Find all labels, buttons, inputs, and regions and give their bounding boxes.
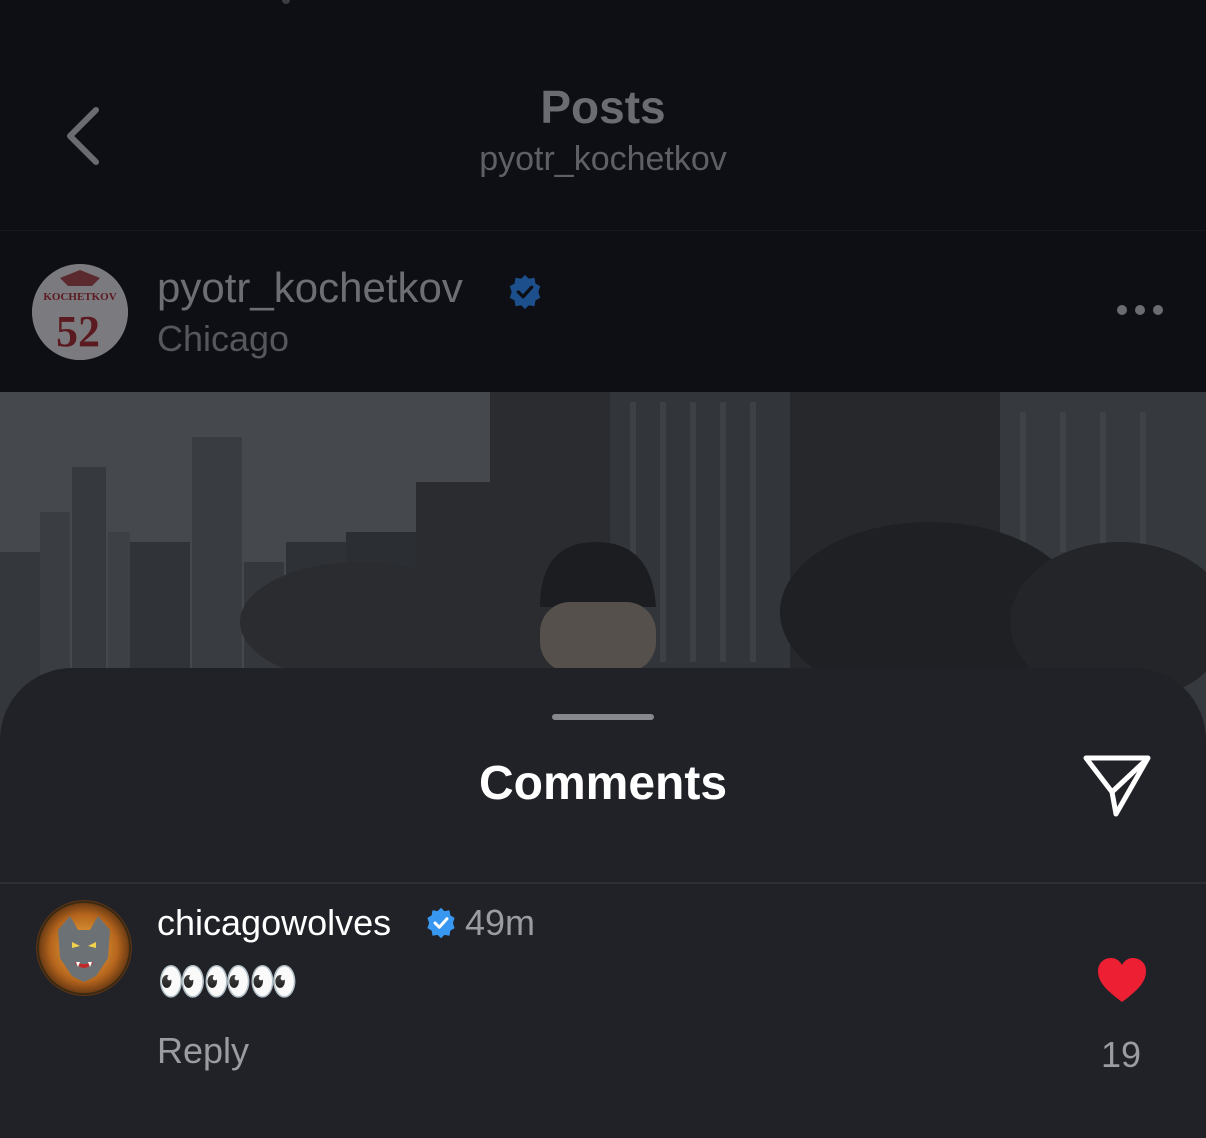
more-options-icon[interactable] xyxy=(1112,296,1168,324)
avatar-text-top: KOCHETKOV xyxy=(43,291,116,303)
comments-sheet: Comments chicagowolves 49m 👀👀👀 Reply 19 xyxy=(0,668,1206,1138)
like-count: 19 xyxy=(1100,1034,1142,1075)
commenter-avatar-image xyxy=(36,900,132,996)
verified-badge-icon xyxy=(509,274,541,310)
verified-badge-icon xyxy=(427,907,455,939)
sheet-divider xyxy=(0,882,1206,884)
comment-username[interactable]: chicagowolves xyxy=(157,902,391,944)
post-location[interactable]: Chicago xyxy=(157,318,289,360)
avatar-text-number: 52 xyxy=(56,307,100,356)
heart-icon[interactable] xyxy=(1096,956,1148,1004)
page-subtitle: pyotr_kochetkov xyxy=(479,140,727,178)
comment-timestamp: 49m xyxy=(465,902,536,943)
post-author-name[interactable]: pyotr_kochetkov xyxy=(157,264,463,312)
send-icon[interactable] xyxy=(1080,752,1154,820)
author-avatar-image: KOCHETKOV 52 xyxy=(32,264,128,360)
comments-title: Comments xyxy=(478,757,728,810)
comment-text: 👀👀👀 xyxy=(157,960,298,1004)
reply-button[interactable]: Reply xyxy=(157,1030,249,1072)
sheet-grabber-handle[interactable] xyxy=(552,714,654,720)
author-avatar[interactable]: KOCHETKOV 52 xyxy=(32,264,128,360)
commenter-avatar[interactable] xyxy=(36,900,132,996)
page-title: Posts xyxy=(540,81,666,133)
